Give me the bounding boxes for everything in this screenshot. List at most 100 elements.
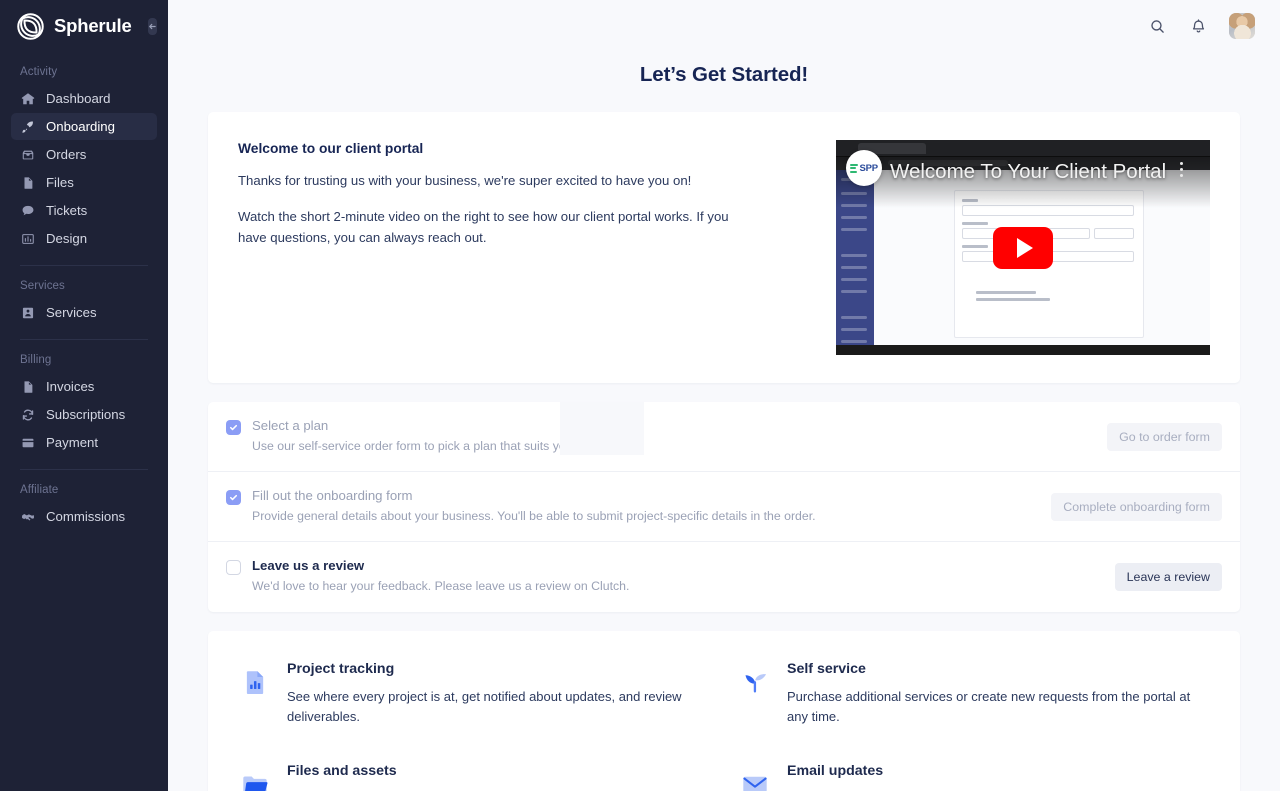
welcome-card: Welcome to our client portal Thanks for … xyxy=(208,112,1240,383)
sidebar-group-label-activity: Activity xyxy=(20,66,58,78)
sidebar-item-label: Orders xyxy=(46,147,87,162)
sidebar-item-design[interactable]: Design xyxy=(11,225,157,252)
checklist-title: Leave us a review xyxy=(252,558,365,574)
chart-document-icon xyxy=(242,661,268,695)
welcome-heading: Welcome to our client portal xyxy=(238,141,424,156)
sidebar-item-dashboard[interactable]: Dashboard xyxy=(11,85,157,112)
folder-icon xyxy=(242,763,268,791)
sidebar-item-label: Commissions xyxy=(46,509,126,524)
user-avatar-image xyxy=(1229,13,1255,39)
checklist-body: Select a plan Use our self-service order… xyxy=(248,418,1095,455)
checklist-description: Use our self-service order form to pick … xyxy=(252,439,617,453)
sidebar-item-label: Subscriptions xyxy=(46,407,126,422)
welcome-paragraph-2: Watch the short 2-minute video on the ri… xyxy=(238,209,729,245)
sidebar-item-invoices[interactable]: Invoices xyxy=(11,373,157,400)
checklist-title: Fill out the onboarding form xyxy=(252,488,413,504)
sidebar-item-subscriptions[interactable]: Subscriptions xyxy=(11,401,157,428)
feature-title: Project tracking xyxy=(287,660,395,677)
sidebar-item-onboarding[interactable]: Onboarding xyxy=(11,113,157,140)
video-letterbox xyxy=(836,345,1210,355)
sidebar-group-services: Services Services xyxy=(0,266,168,340)
sidebar-group-activity: Activity Dashboard Onboarding Orders Fil… xyxy=(0,52,168,266)
sidebar-group-affiliate: Affiliate Commissions xyxy=(0,470,168,530)
sidebar-group-label-billing: Billing xyxy=(20,354,52,366)
go-to-order-form-button[interactable]: Go to order form xyxy=(1107,422,1222,451)
search-icon[interactable] xyxy=(1147,16,1167,36)
home-icon xyxy=(20,91,35,106)
avatar[interactable] xyxy=(1229,13,1255,39)
checklist-title: Select a plan xyxy=(252,418,329,433)
inbox-icon xyxy=(20,147,35,162)
feature-text: Self service Purchase additional service… xyxy=(787,661,1206,727)
checklist-body: Leave us a review We'd love to hear your… xyxy=(248,558,1103,595)
content-area: Welcome to our client portal Thanks for … xyxy=(168,112,1280,791)
spp-channel-logo: SPP xyxy=(846,150,882,186)
sidebar-item-label: Dashboard xyxy=(46,91,111,106)
feature-files-and-assets: Files and assets Download your assets an… xyxy=(242,763,706,791)
sidebar-item-commissions[interactable]: Commissions xyxy=(11,503,157,530)
sidebar-item-label: Payment xyxy=(46,435,99,450)
page-title: Let’s Get Started! xyxy=(639,63,809,86)
checklist-row-leave-review: Leave us a review We'd love to hear your… xyxy=(208,542,1240,611)
feature-self-service: Self service Purchase additional service… xyxy=(742,661,1206,763)
envelope-icon xyxy=(742,763,768,791)
sidebar-item-label: Design xyxy=(46,231,88,246)
welcome-paragraph-1: Thanks for trusting us with your busines… xyxy=(238,173,692,188)
video-title: Welcome To Your Client Portal xyxy=(890,160,1167,183)
sidebar-item-files[interactable]: Files xyxy=(11,169,157,196)
checklist-description: We'd love to hear your feedback. Please … xyxy=(252,579,630,594)
file-icon xyxy=(20,175,35,190)
spp-logo-text: SPP xyxy=(859,162,879,174)
sidebar-group-label-affiliate: Affiliate xyxy=(20,484,59,496)
sidebar-group-billing: Billing Invoices Subscriptions Payment xyxy=(0,340,168,470)
feature-title: Self service xyxy=(787,660,866,677)
main-content: Let’s Get Started! Welcome to our client… xyxy=(168,0,1280,791)
leave-a-review-button[interactable]: Leave a review xyxy=(1114,563,1222,591)
chart-bar-icon xyxy=(20,231,35,246)
checkbox-leave-review[interactable] xyxy=(226,560,241,576)
brand-header: Spherule xyxy=(0,0,168,52)
sidebar: Spherule Activity Dashboard Onboarding O… xyxy=(0,0,168,791)
welcome-video-player[interactable]: Welcome To Your Client Portal SPP xyxy=(836,140,1210,355)
kebab-menu-icon[interactable] xyxy=(1180,162,1183,177)
chevron-left-icon[interactable] xyxy=(147,17,157,35)
sprout-icon xyxy=(742,661,768,693)
onboarding-checklist: Select a plan Use our self-service order… xyxy=(208,402,1240,612)
complete-onboarding-form-button[interactable]: Complete onboarding form xyxy=(1051,492,1222,521)
handshake-icon xyxy=(20,509,35,524)
sidebar-item-label: Tickets xyxy=(46,203,88,218)
sidebar-item-label: Files xyxy=(46,175,74,190)
chat-icon xyxy=(20,203,35,218)
credit-card-icon xyxy=(20,435,35,450)
sidebar-item-payment[interactable]: Payment xyxy=(11,429,157,456)
feature-title: Files and assets xyxy=(287,762,397,779)
feature-description: See where every project is at, get notif… xyxy=(287,688,682,724)
sidebar-group-label-services: Services xyxy=(20,280,65,292)
rocket-icon xyxy=(20,119,35,134)
sidebar-item-services[interactable]: Services xyxy=(11,299,157,326)
checkbox-select-plan[interactable] xyxy=(226,420,241,435)
checklist-description: Provide general details about your busin… xyxy=(252,509,816,524)
id-card-icon xyxy=(20,305,35,320)
checkbox-onboarding-form[interactable] xyxy=(226,490,241,506)
topbar xyxy=(168,0,1280,52)
welcome-text-block: Welcome to our client portal Thanks for … xyxy=(238,140,836,355)
feature-text: Email updates You'll get an email whenev… xyxy=(787,763,1206,791)
checklist-row-onboarding-form: Fill out the onboarding form Provide gen… xyxy=(208,472,1240,543)
refresh-icon xyxy=(20,407,35,422)
sidebar-item-tickets[interactable]: Tickets xyxy=(11,197,157,224)
brand-name: Spherule xyxy=(54,15,132,36)
feature-project-tracking: Project tracking See where every project… xyxy=(242,661,706,763)
feature-title: Email updates xyxy=(787,762,884,779)
sidebar-item-label: Services xyxy=(46,305,97,320)
bell-icon[interactable] xyxy=(1188,16,1208,36)
feature-text: Files and assets Download your assets an… xyxy=(287,763,706,791)
app-root: Spherule Activity Dashboard Onboarding O… xyxy=(0,0,1280,791)
checklist-body: Fill out the onboarding form Provide gen… xyxy=(248,488,1039,525)
youtube-play-icon[interactable] xyxy=(993,226,1053,269)
sidebar-item-label: Invoices xyxy=(46,379,95,394)
checklist-row-select-plan: Select a plan Use our self-service order… xyxy=(208,402,1240,473)
sidebar-item-orders[interactable]: Orders xyxy=(11,141,157,168)
features-card: Project tracking See where every project… xyxy=(208,630,1240,791)
spherule-logo-icon xyxy=(16,12,45,41)
